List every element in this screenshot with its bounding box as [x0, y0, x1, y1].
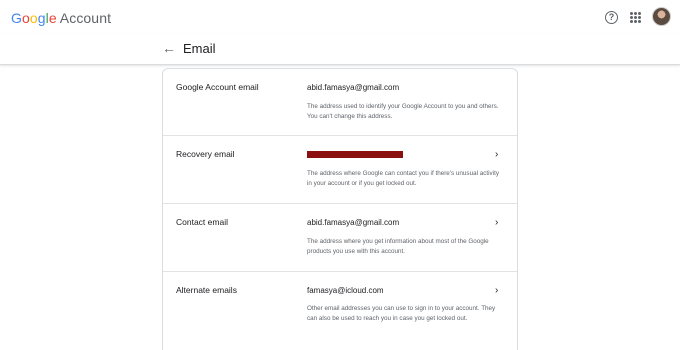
page-title: Email [183, 41, 216, 56]
logo-letter: o [22, 10, 30, 26]
row-description: The address used to identify your Google… [307, 103, 499, 120]
row-contact-email[interactable]: Contact email abid.famasya@gmail.com › T… [163, 204, 517, 272]
email-settings-card: Google Account email abid.famasya@gmail.… [162, 68, 518, 350]
logo-letter: e [48, 10, 57, 26]
row-google-account-email: Google Account email abid.famasya@gmail.… [163, 69, 517, 136]
apps-grid-icon[interactable] [630, 12, 641, 23]
row-description: The address where Google can contact you… [307, 170, 499, 187]
row-label: Contact email [176, 217, 228, 227]
avatar[interactable] [652, 7, 671, 26]
chevron-right-icon[interactable]: › [495, 150, 498, 160]
row-description: Other email addresses you can use to sig… [307, 305, 496, 322]
row-alternate-emails[interactable]: Alternate emails famasya@icloud.com › Ot… [163, 272, 517, 350]
logo-letter: G [11, 10, 22, 26]
page-header: ← Email [0, 34, 680, 65]
logo-letter: o [29, 10, 38, 26]
chevron-right-icon[interactable]: › [495, 218, 498, 228]
logo-letter: g [37, 10, 46, 26]
product-name: Account [59, 10, 112, 26]
row-value: abid.famasya@gmail.com [307, 218, 400, 227]
google-account-logo[interactable]: Google Account [11, 10, 111, 26]
row-recovery-email[interactable]: Recovery email › The address where Googl… [163, 136, 517, 204]
row-description: The address where you get information ab… [307, 238, 489, 255]
chevron-right-icon[interactable]: › [495, 286, 498, 296]
row-value: abid.famasya@gmail.com [307, 83, 400, 92]
row-label: Google Account email [176, 82, 259, 92]
help-icon[interactable]: ? [605, 11, 618, 24]
row-value: famasya@icloud.com [307, 286, 384, 295]
row-label: Recovery email [176, 149, 235, 159]
redacted-value [307, 151, 403, 158]
top-bar: Google Account ? [0, 0, 680, 34]
row-label: Alternate emails [176, 285, 237, 295]
back-arrow-icon[interactable]: ← [162, 41, 176, 55]
